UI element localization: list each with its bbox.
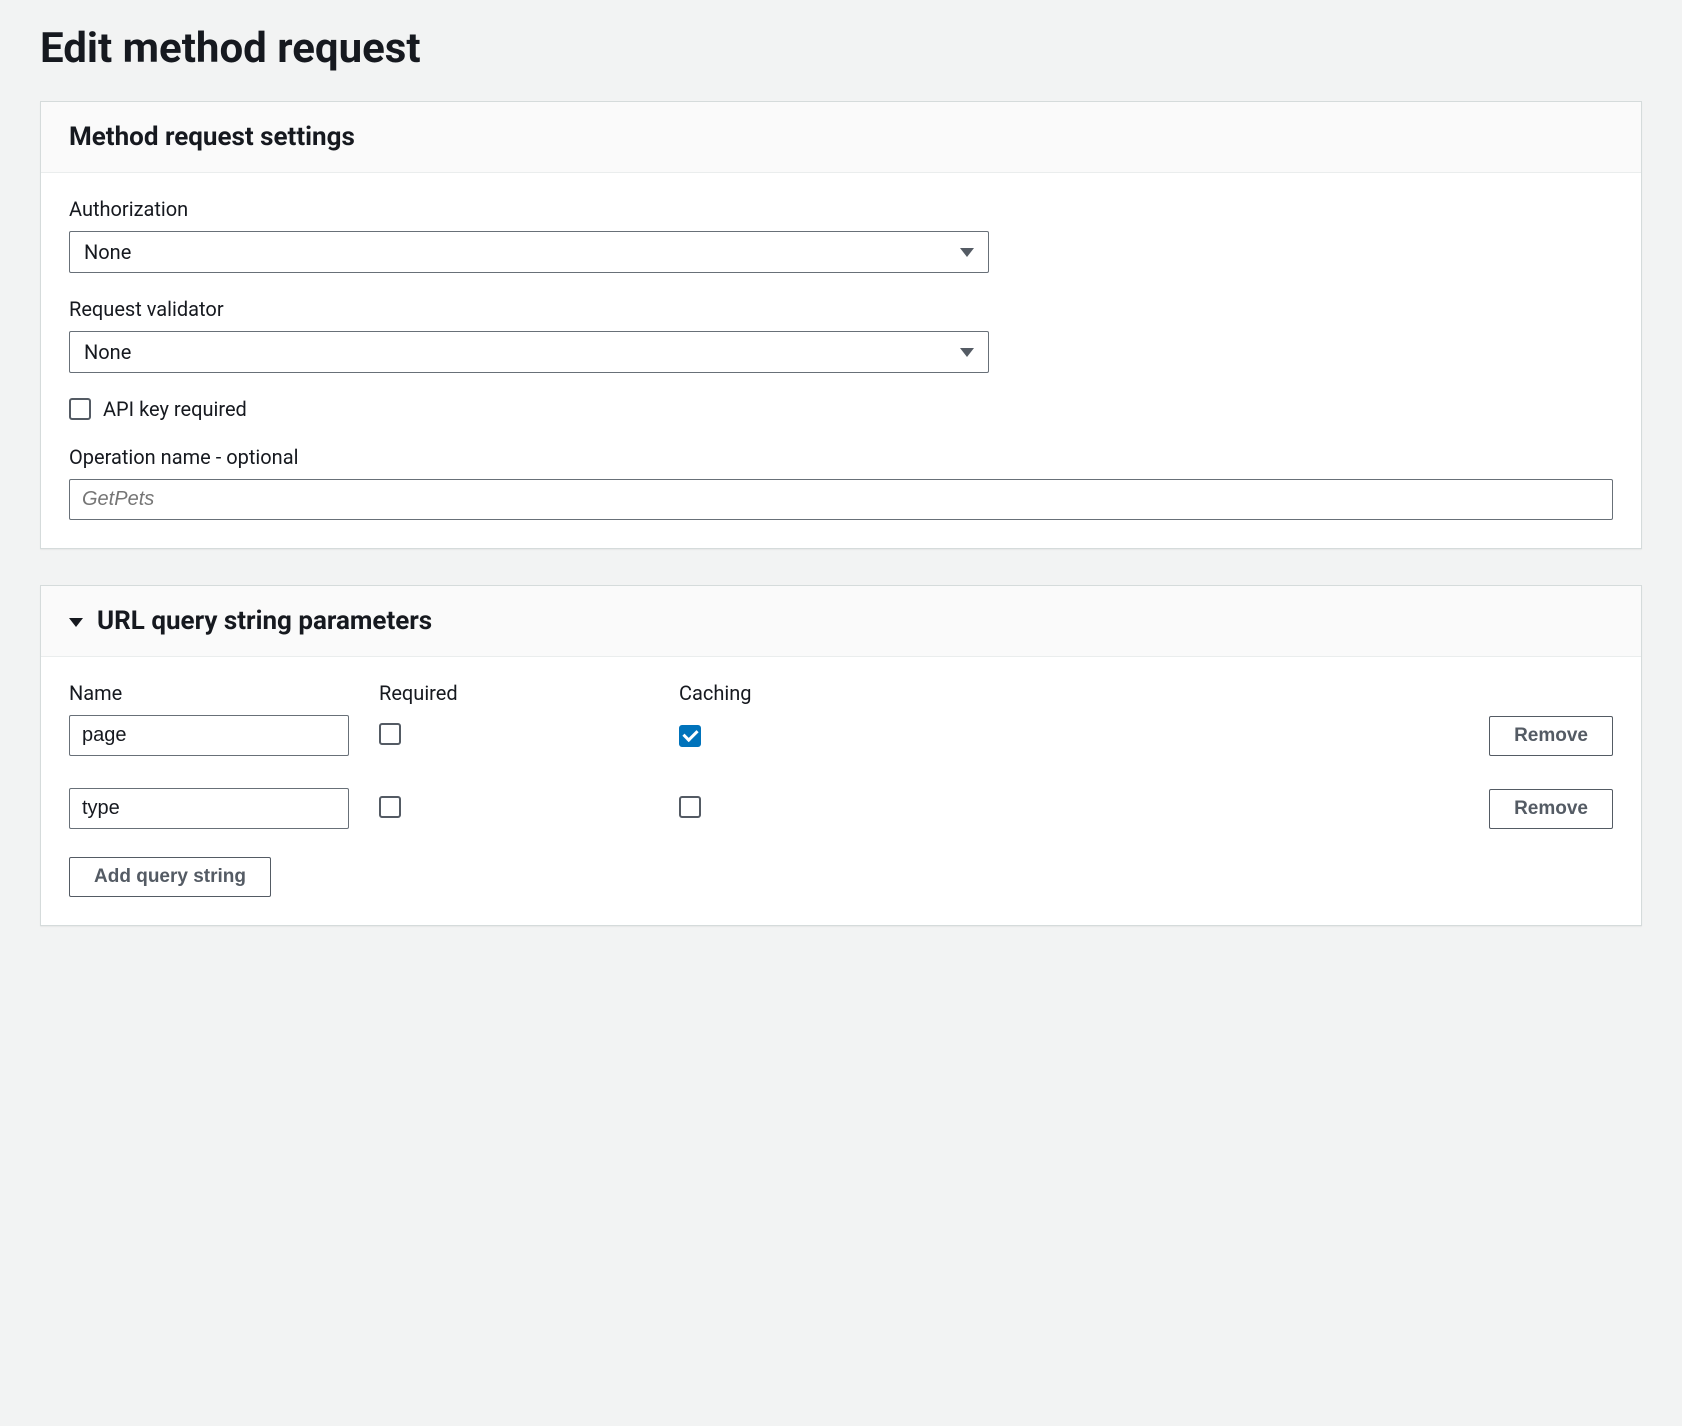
operation-name-field: Operation name - optional (69, 445, 1613, 520)
authorization-label: Authorization (69, 197, 1613, 221)
query-param-row: Remove (69, 788, 1613, 829)
collapse-toggle[interactable] (69, 612, 83, 631)
query-param-caching-checkbox[interactable] (679, 796, 701, 818)
col-name-label: Name (69, 681, 359, 705)
authorization-value: None (84, 240, 131, 264)
query-param-caching-checkbox[interactable] (679, 725, 701, 747)
request-validator-field: Request validator None (69, 297, 1613, 373)
panel-body: Name Required Caching Remove Remove Add q… (41, 657, 1641, 925)
caret-down-icon (69, 618, 83, 627)
panel-header: Method request settings (41, 102, 1641, 173)
query-params-table-header: Name Required Caching (69, 681, 1613, 705)
col-required-label: Required (379, 681, 659, 705)
caret-down-icon (960, 248, 974, 257)
add-query-string-button[interactable]: Add query string (69, 857, 271, 897)
remove-query-param-button[interactable]: Remove (1489, 789, 1613, 829)
method-request-settings-panel: Method request settings Authorization No… (40, 101, 1642, 549)
operation-name-input[interactable] (69, 479, 1613, 520)
query-param-row: Remove (69, 715, 1613, 756)
api-key-required-row: API key required (69, 397, 1613, 421)
query-param-name-input[interactable] (69, 715, 349, 756)
query-param-required-checkbox[interactable] (379, 723, 401, 745)
request-validator-label: Request validator (69, 297, 1613, 321)
caret-down-icon (960, 348, 974, 357)
request-validator-select[interactable]: None (69, 331, 989, 373)
query-param-name-input[interactable] (69, 788, 349, 829)
operation-name-label: Operation name - optional (69, 445, 1613, 469)
panel-header: URL query string parameters (41, 586, 1641, 657)
panel-title: Method request settings (69, 122, 355, 152)
url-query-string-parameters-panel: URL query string parameters Name Require… (40, 585, 1642, 926)
authorization-select[interactable]: None (69, 231, 989, 273)
api-key-required-checkbox[interactable] (69, 398, 91, 420)
api-key-required-label: API key required (103, 397, 247, 421)
authorization-field: Authorization None (69, 197, 1613, 273)
panel-title: URL query string parameters (97, 606, 432, 636)
query-param-required-checkbox[interactable] (379, 796, 401, 818)
page-title: Edit method request (40, 24, 1642, 73)
col-caching-label: Caching (679, 681, 959, 705)
panel-body: Authorization None Request validator Non… (41, 173, 1641, 548)
remove-query-param-button[interactable]: Remove (1489, 716, 1613, 756)
request-validator-value: None (84, 340, 131, 364)
